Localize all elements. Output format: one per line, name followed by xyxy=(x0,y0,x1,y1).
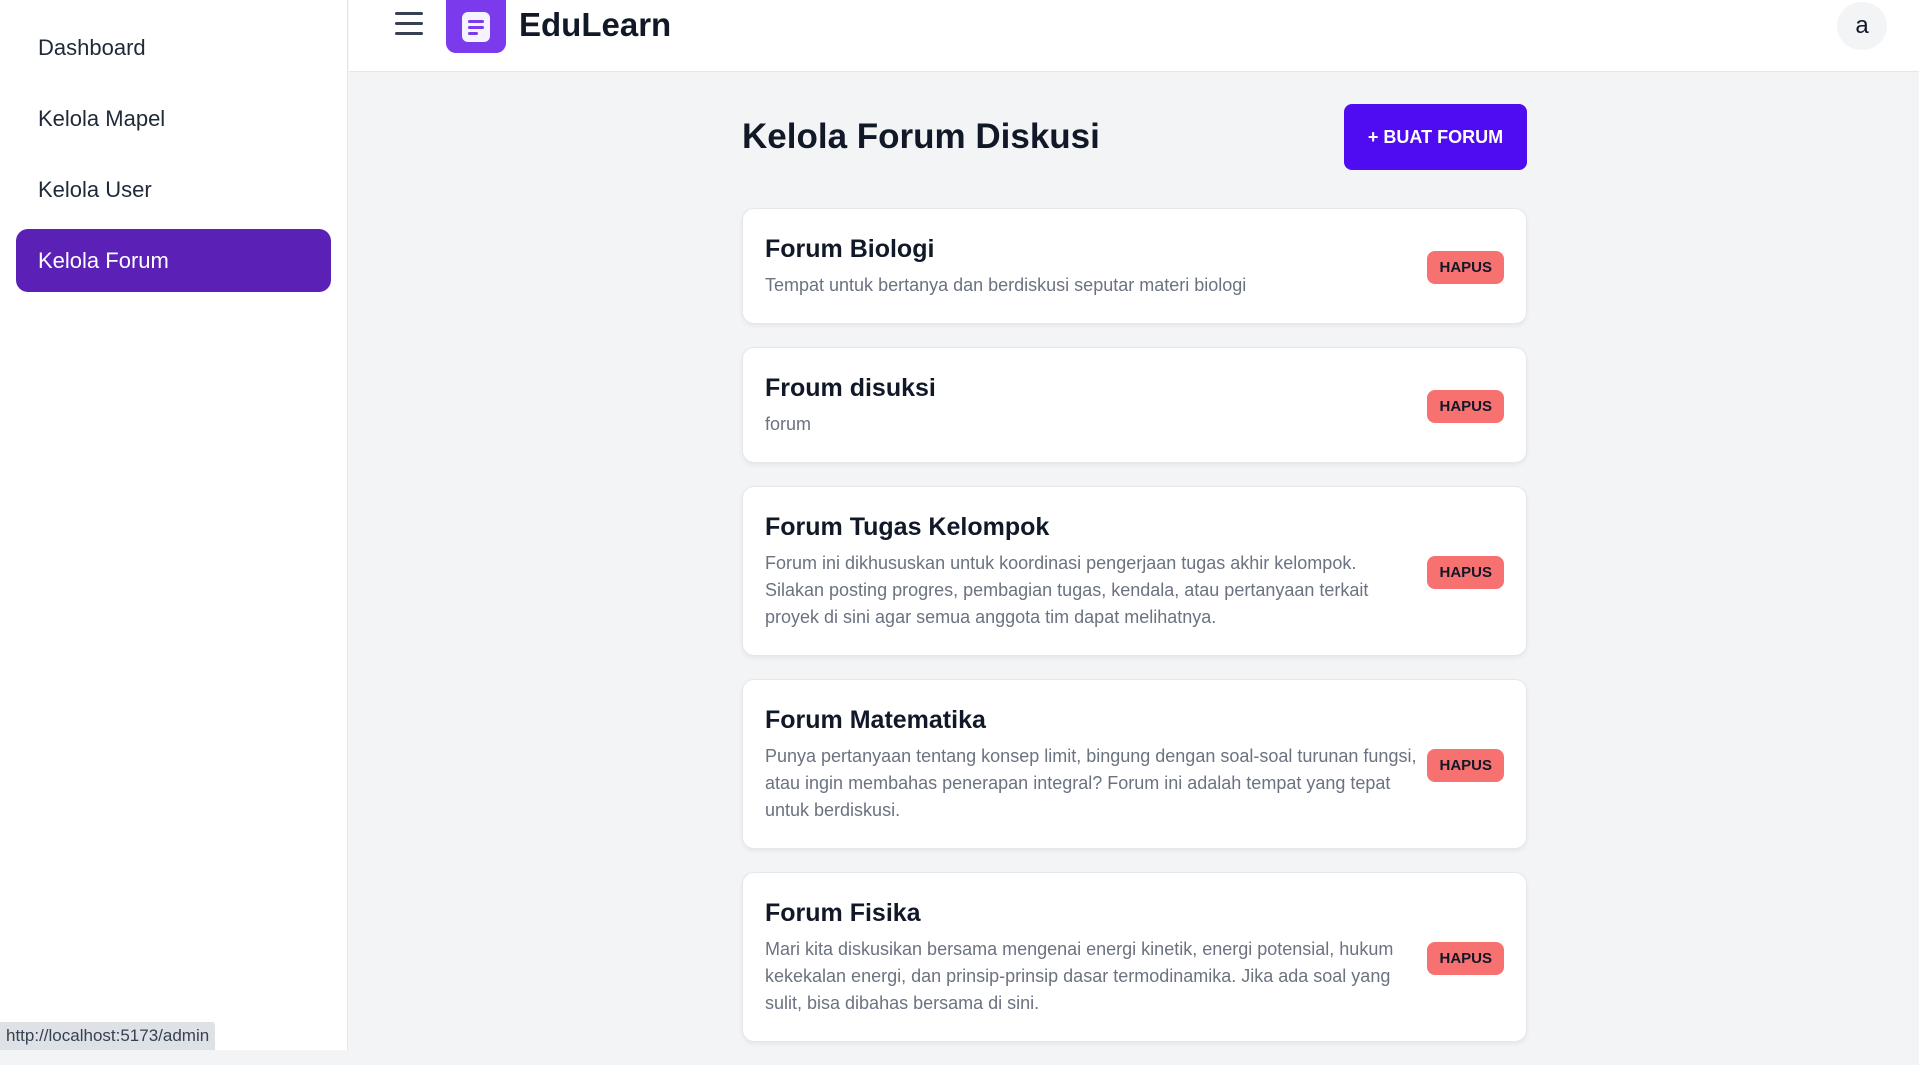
sidebar-item-kelola-forum[interactable]: Kelola Forum xyxy=(16,229,331,292)
forum-card: Forum Tugas Kelompok Forum ini dikhususk… xyxy=(742,486,1527,656)
brand-name: EduLearn xyxy=(519,6,672,43)
forum-description: Forum ini dikhususkan untuk koordinasi p… xyxy=(765,553,1369,627)
sidebar-item-kelola-mapel[interactable]: Kelola Mapel xyxy=(16,87,331,150)
forum-title: Froum disuksi xyxy=(765,374,936,402)
delete-forum-button[interactable]: HAPUS xyxy=(1427,748,1504,782)
page-header: Kelola Forum Diskusi + BUAT FORUM xyxy=(742,104,1527,170)
hamburger-menu-icon[interactable] xyxy=(395,12,423,36)
delete-forum-button[interactable]: HAPUS xyxy=(1427,941,1504,975)
page-title: Kelola Forum Diskusi xyxy=(742,117,1100,156)
forum-description: Mari kita diskusikan bersama mengenai en… xyxy=(765,939,1394,1013)
sidebar-item-kelola-user[interactable]: Kelola User xyxy=(16,158,331,221)
avatar[interactable]: a xyxy=(1837,2,1887,50)
forum-description: Tempat untuk bertanya dan berdiskusi sep… xyxy=(765,275,1247,295)
delete-forum-button[interactable]: HAPUS xyxy=(1427,389,1504,423)
sidebar: Dashboard Kelola Mapel Kelola User Kelol… xyxy=(0,0,348,1050)
delete-forum-button[interactable]: HAPUS xyxy=(1427,250,1504,284)
main-content: Kelola Forum Diskusi + BUAT FORUM Forum … xyxy=(742,104,1527,1065)
forum-card: Forum Fisika Mari kita diskusikan bersam… xyxy=(742,872,1527,1042)
sidebar-item-dashboard[interactable]: Dashboard xyxy=(16,16,331,79)
forum-card: Forum Biologi Tempat untuk bertanya dan … xyxy=(742,208,1527,324)
document-logo-icon xyxy=(446,0,506,53)
delete-forum-button[interactable]: HAPUS xyxy=(1427,555,1504,589)
forum-description: forum xyxy=(765,414,812,434)
forum-title: Forum Tugas Kelompok xyxy=(765,513,1050,541)
create-forum-button[interactable]: + BUAT FORUM xyxy=(1344,104,1527,170)
forum-card: Froum disuksi forum HAPUS xyxy=(742,347,1527,463)
forum-title: Forum Matematika xyxy=(765,706,986,734)
top-bar: EduLearn a xyxy=(349,0,1919,72)
status-bar-url: http://localhost:5173/admin xyxy=(0,1022,216,1050)
forum-card: Forum Matematika Punya pertanyaan tentan… xyxy=(742,679,1527,849)
forum-title: Forum Fisika xyxy=(765,899,921,927)
forum-description: Punya pertanyaan tentang konsep limit, b… xyxy=(765,746,1417,820)
forum-title: Forum Biologi xyxy=(765,235,935,263)
